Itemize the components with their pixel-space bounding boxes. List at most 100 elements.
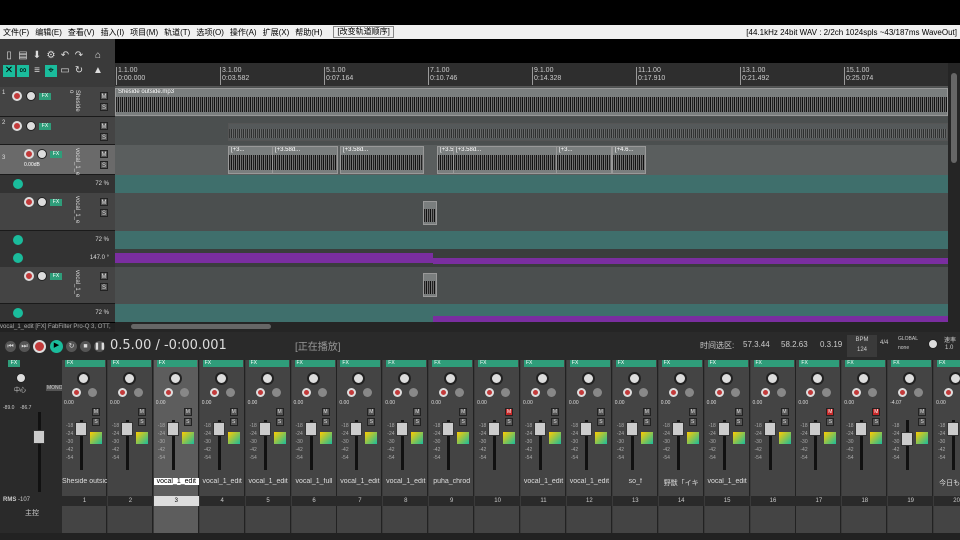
mute-button[interactable]: M xyxy=(275,408,284,416)
master-fader[interactable] xyxy=(33,430,45,444)
scroll-thumb[interactable] xyxy=(131,324,271,329)
strip-track-name[interactable]: puha_chrod xyxy=(429,478,474,485)
solo-button[interactable]: S xyxy=(137,418,146,426)
media-item[interactable] xyxy=(423,201,437,225)
record-arm-button[interactable] xyxy=(163,388,173,397)
io-icon[interactable] xyxy=(409,388,419,397)
track-name[interactable]: vocal_1_e xyxy=(70,148,80,175)
menu-file[interactable]: 文件(F) xyxy=(0,27,32,38)
volume-readout[interactable]: 0.00 xyxy=(294,400,304,406)
strip-fx-button[interactable]: FX xyxy=(845,360,886,367)
strip-fx-button[interactable]: FX xyxy=(753,360,794,367)
mute-button[interactable]: M xyxy=(137,408,146,416)
redo-icon[interactable]: ↷ xyxy=(73,50,85,62)
volume-knob[interactable] xyxy=(26,91,36,101)
mute-button[interactable]: M xyxy=(413,408,422,416)
strip-track-number[interactable]: 18 xyxy=(842,496,888,506)
strip-track-name[interactable]: vocal_1_edit xyxy=(383,478,428,485)
solo-button[interactable]: S xyxy=(100,133,108,141)
route-icon[interactable] xyxy=(916,432,929,444)
mute-button[interactable]: M xyxy=(100,92,108,100)
volume-readout[interactable]: -4.07 xyxy=(890,400,901,406)
solo-button[interactable]: S xyxy=(183,418,192,426)
mute-button[interactable]: M xyxy=(100,150,108,158)
solo-button[interactable]: S xyxy=(780,418,789,426)
pan-knob[interactable] xyxy=(627,372,641,385)
strip-track-number[interactable]: 1 xyxy=(62,496,107,506)
strip-track-number[interactable]: 14 xyxy=(658,496,704,506)
volume-envelope-lane[interactable] xyxy=(115,304,948,322)
pan-knob[interactable] xyxy=(949,372,960,385)
strip-track-name[interactable]: vocal_1_full xyxy=(292,478,337,485)
record-arm-button[interactable] xyxy=(531,388,540,397)
snap-icon[interactable]: ∞ xyxy=(17,65,29,77)
pan-knob[interactable] xyxy=(581,372,595,385)
record-arm-button[interactable] xyxy=(806,388,816,397)
io-icon[interactable] xyxy=(133,388,143,397)
record-arm-button[interactable] xyxy=(72,388,81,397)
record-arm-button[interactable] xyxy=(12,121,22,131)
io-icon[interactable] xyxy=(547,388,556,397)
record-arm-button[interactable] xyxy=(24,197,34,207)
solo-button[interactable]: S xyxy=(826,418,835,426)
route-icon[interactable] xyxy=(457,432,470,444)
metronome-icon[interactable]: ▲ xyxy=(92,65,104,77)
mute-button[interactable]: M xyxy=(551,408,559,416)
solo-button[interactable]: S xyxy=(734,418,743,426)
media-item[interactable]: [+3.58d... xyxy=(272,146,338,174)
volume-readout[interactable]: 0.00 xyxy=(477,400,487,406)
io-icon[interactable] xyxy=(363,388,373,397)
solo-button[interactable]: S xyxy=(642,418,651,426)
menu-insert[interactable]: 插入(I) xyxy=(98,27,128,38)
strip-track-number[interactable]: 15 xyxy=(704,496,750,506)
mixer-strip[interactable]: FX 0.00 M S -18 -24 -30 -42 -54 10 xyxy=(475,360,521,533)
mute-button[interactable]: M xyxy=(459,408,468,416)
mute-button[interactable]: M xyxy=(826,408,835,416)
route-icon[interactable] xyxy=(90,432,102,444)
record-arm-button[interactable] xyxy=(852,388,862,397)
pan-knob[interactable] xyxy=(168,372,182,385)
volume-fader[interactable] xyxy=(534,422,546,436)
io-icon[interactable] xyxy=(684,388,694,397)
pan-knob[interactable] xyxy=(306,372,320,385)
mixer-strip[interactable]: FX 0.00 M S -18 -24 -30 -42 -54 17 xyxy=(796,360,842,533)
strip-fx-button[interactable]: FX xyxy=(661,360,702,367)
record-arm-button[interactable] xyxy=(485,388,495,397)
volume-knob[interactable] xyxy=(26,121,36,131)
route-icon[interactable] xyxy=(549,432,561,444)
pan-knob[interactable] xyxy=(352,372,366,385)
pan-knob[interactable] xyxy=(536,372,549,385)
volume-fader[interactable] xyxy=(166,422,179,436)
fx-button[interactable]: FX xyxy=(50,273,62,280)
record-arm-button[interactable] xyxy=(24,149,34,159)
go-to-start-button[interactable]: ⏮ xyxy=(5,341,16,352)
strip-fx-button[interactable]: FX xyxy=(294,360,335,367)
solo-button[interactable]: S xyxy=(229,418,238,426)
mute-button[interactable]: M xyxy=(780,408,789,416)
record-arm-button[interactable] xyxy=(347,388,357,397)
record-arm-button[interactable] xyxy=(714,388,724,397)
pan-knob[interactable] xyxy=(673,372,687,385)
strip-track-name[interactable]: Sheside outsic xyxy=(62,478,107,485)
volume-fader[interactable] xyxy=(579,422,592,436)
volume-fader[interactable] xyxy=(947,422,960,436)
mixer-strip[interactable]: FX 0.00 M S -18 -24 -30 -42 -54 vocal_1_full 6 xyxy=(291,360,337,533)
rate-knob[interactable] xyxy=(928,339,938,349)
route-icon[interactable] xyxy=(503,432,516,444)
repeat-button[interactable]: ↻ xyxy=(66,341,77,352)
route-icon[interactable] xyxy=(365,432,378,444)
track-name[interactable]: Sheside o xyxy=(68,90,80,116)
volume-fader[interactable] xyxy=(212,422,225,436)
pan-knob[interactable] xyxy=(903,372,917,385)
mixer-strip[interactable]: FX 0.00 M S -18 -24 -30 -42 -54 18 xyxy=(842,360,888,533)
menu-extensions[interactable]: 扩展(X) xyxy=(260,27,293,38)
envelope-toggle-icon[interactable] xyxy=(13,308,23,318)
media-item[interactable]: Sheside outside.mp3 xyxy=(115,88,948,116)
strip-track-number[interactable]: 9 xyxy=(429,496,475,506)
strip-track-name[interactable]: vocal_1_edit xyxy=(337,478,382,485)
volume-readout[interactable]: 0.00 xyxy=(202,400,212,406)
volume-envelope-lane[interactable] xyxy=(115,175,948,193)
global-automation-mode[interactable]: none xyxy=(898,345,909,351)
mute-button[interactable]: M xyxy=(596,408,605,416)
pan-knob[interactable] xyxy=(260,372,274,385)
